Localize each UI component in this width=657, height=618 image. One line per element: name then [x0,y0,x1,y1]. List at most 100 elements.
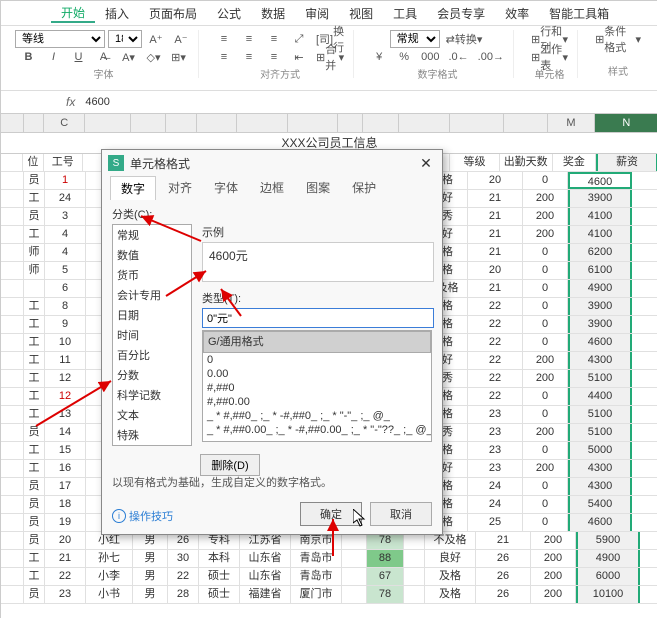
tip-link[interactable]: i操作技巧 [112,508,173,524]
percent-icon[interactable]: % [393,48,415,66]
align-middle-icon[interactable]: ≡ [238,30,260,48]
type-list-item[interactable]: #,##0.00 [203,395,431,409]
align-center-icon[interactable]: ≡ [238,48,260,66]
colh-k[interactable] [363,114,400,132]
category-list[interactable]: 常规数值货币会计专用日期时间百分比分数科学记数文本特殊自定义 [112,224,192,446]
tab-border[interactable]: 边框 [250,176,294,200]
category-item[interactable]: 分数 [113,365,191,385]
type-list-item[interactable]: G/通用格式 [203,331,431,353]
align-bottom-icon[interactable]: ≡ [263,30,285,48]
colh-j[interactable] [338,114,363,132]
underline-icon[interactable]: U [68,48,90,66]
sample-label: 示例 [202,224,432,240]
ok-button[interactable]: 确定 [300,502,362,526]
dialog-titlebar[interactable]: S 单元格格式 ✕ [102,150,442,176]
category-item[interactable]: 会计专用 [113,285,191,305]
colh-c[interactable]: C [44,114,85,132]
hdr-pos: 位 [23,154,43,171]
menu-view[interactable]: 视图 [339,5,383,22]
delete-button[interactable]: 删除(D) [200,454,260,476]
currency-icon[interactable]: ¥ [368,48,390,66]
colh-rowcorner[interactable] [1,114,24,132]
menu-insert[interactable]: 插入 [95,5,139,22]
category-item[interactable]: 货币 [113,265,191,285]
menu-toolbox[interactable]: 智能工具箱 [539,5,619,22]
tab-font[interactable]: 字体 [204,176,248,200]
category-item[interactable]: 时间 [113,325,191,345]
type-list-item[interactable]: _ * #,##0.00_ ;_ * -#,##0.00_ ;_ * "-"??… [203,423,431,437]
merge-button[interactable]: ⊞ 合并▾ [313,48,347,66]
colh-m0[interactable] [504,114,548,132]
category-item[interactable]: 数值 [113,245,191,265]
category-item[interactable]: 常规 [113,225,191,245]
colh-f[interactable] [166,114,197,132]
category-item[interactable]: 文本 [113,405,191,425]
font-color-icon[interactable]: A▾ [118,48,140,66]
number-format-select[interactable]: 常规 [390,30,440,48]
colh-b[interactable] [24,114,45,132]
colh-n[interactable]: N [595,114,657,132]
category-item[interactable]: 科学记数 [113,385,191,405]
fx-icon[interactable]: fx [60,95,81,109]
type-input[interactable] [202,308,434,328]
colh-i[interactable] [288,114,338,132]
increase-font-icon[interactable]: A⁺ [145,30,167,48]
menu-formula[interactable]: 公式 [207,5,251,22]
border-icon[interactable]: ⊞▾ [168,48,190,66]
align-top-icon[interactable]: ≡ [213,30,235,48]
bold-icon[interactable]: B [18,48,40,66]
type-list[interactable]: G/通用格式00.00#,##0#,##0.00_ * #,##0_ ;_ * … [202,330,432,442]
colh-l[interactable] [399,114,449,132]
italic-icon[interactable]: I [43,48,65,66]
fill-color-icon[interactable]: ◇▾ [143,48,165,66]
cancel-button[interactable]: 取消 [370,502,432,526]
align-right-icon[interactable]: ≡ [263,48,285,66]
comma-icon[interactable]: 000 [418,48,442,66]
align-left-icon[interactable]: ≡ [213,48,235,66]
menu-data[interactable]: 数据 [251,5,295,22]
tab-align[interactable]: 对齐 [158,176,202,200]
font-size-select[interactable]: 18 [108,30,142,48]
dialog-body: 分类(C): 常规数值货币会计专用日期时间百分比分数科学记数文本特殊自定义 示例… [102,200,442,534]
type-list-item[interactable]: 0 [203,353,431,367]
menu-layout[interactable]: 页面布局 [139,5,207,22]
tab-protect[interactable]: 保护 [342,176,386,200]
menu-review[interactable]: 审阅 [295,5,339,22]
orientation-icon[interactable]: ⤢ [288,30,310,48]
colh-d[interactable] [85,114,131,132]
decrease-decimal-icon[interactable]: .0← [445,48,471,66]
menu-tools[interactable]: 工具 [383,5,427,22]
increase-decimal-icon[interactable]: .00→ [475,48,507,66]
strikethrough-icon[interactable]: A̶ [93,48,115,66]
menu-member[interactable]: 会员专享 [427,5,495,22]
table-row[interactable]: 员 23小书 男 28 硕士 福建省 厦门市 78 及格 26 200 1010… [1,586,657,604]
colh-h[interactable] [237,114,287,132]
colh-m[interactable]: M [548,114,594,132]
formula-value[interactable]: 4600 [81,96,113,108]
category-item[interactable]: 自定义 [113,445,191,446]
table-row[interactable]: 工 21孙七 男 30 本科 山东省 青岛市 88 良好 26 200 4900 [1,550,657,568]
type-list-item[interactable]: _ * #,##0_ ;_ * -#,##0_ ;_ * "-"_ ;_ @_ [203,409,431,423]
type-list-item[interactable]: 0.00 [203,367,431,381]
close-icon[interactable]: ✕ [416,153,436,173]
tab-pattern[interactable]: 图案 [296,176,340,200]
font-family-select[interactable]: 等线 [15,30,105,48]
menu-start[interactable]: 开始 [51,4,95,23]
dialog-tabs: 数字 对齐 字体 边框 图案 保护 [102,176,442,200]
category-item[interactable]: 日期 [113,305,191,325]
table-row[interactable]: 工 22小李 男 22 硕士 山东省 青岛市 67 及格 26 200 6000 [1,568,657,586]
menu-efficiency[interactable]: 效率 [495,5,539,22]
colh-e[interactable] [131,114,166,132]
category-item[interactable]: 特殊 [113,425,191,445]
colh-l2[interactable] [450,114,504,132]
convert-button[interactable]: ⇄ 转换▾ [443,30,486,48]
worksheet-button[interactable]: ⊞ 工作表▾ [528,48,571,66]
colh-g[interactable] [197,114,238,132]
decrease-font-icon[interactable]: A⁻ [170,30,192,48]
type-list-item[interactable]: #,##0 [203,381,431,395]
category-item[interactable]: 百分比 [113,345,191,365]
group-number-label: 数字格式 [418,66,458,81]
indent-icon[interactable]: ⇤ [288,48,310,66]
tab-number[interactable]: 数字 [110,176,156,200]
cond-format-button[interactable]: ⊞ 条件格式▾ [592,30,644,48]
